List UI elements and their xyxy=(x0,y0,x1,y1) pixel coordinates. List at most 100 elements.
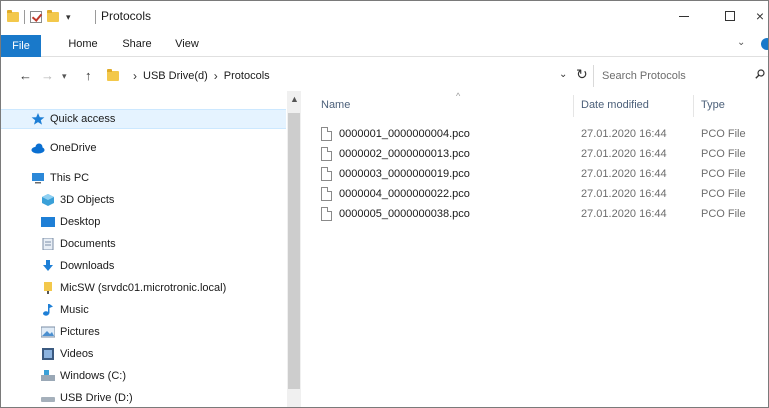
file-name: 0000004_0000000022.pco xyxy=(339,188,470,200)
search-icon[interactable] xyxy=(755,69,765,79)
cube-icon xyxy=(42,194,54,206)
nav-item-label: OneDrive xyxy=(50,142,97,154)
nav-item-micsw[interactable]: MicSW (srvdc01.microtronic.local) xyxy=(1,278,286,298)
close-button[interactable]: × xyxy=(745,1,768,31)
file-name: 0000005_0000000038.pco xyxy=(339,208,470,220)
nav-item-pictures[interactable]: Pictures xyxy=(1,322,286,342)
document-icon xyxy=(42,238,54,250)
nav-item-label: USB Drive (D:) xyxy=(60,392,133,404)
quick-access-toolbar: ▾ xyxy=(7,10,71,24)
column-divider[interactable] xyxy=(693,95,694,117)
tab-file[interactable]: File xyxy=(1,35,41,57)
up-button[interactable]: ↑ xyxy=(85,68,92,83)
pictures-icon xyxy=(41,326,55,338)
file-name: 0000001_0000000004.pco xyxy=(339,128,470,140)
properties-icon[interactable] xyxy=(30,11,42,23)
breadcrumb-separator: › xyxy=(213,69,218,83)
tab-share[interactable]: Share xyxy=(117,35,157,53)
file-row[interactable]: 0000004_0000000022.pco 27.01.2020 16:44 … xyxy=(319,184,759,204)
file-name: 0000002_0000000013.pco xyxy=(339,148,470,160)
nav-item-label: Documents xyxy=(60,238,116,250)
usb-drive-icon xyxy=(41,397,55,402)
file-list-pane: ^ Name Date modified Type 0000001_000000… xyxy=(301,91,768,407)
breadcrumb-usb-drive[interactable]: USB Drive(d) xyxy=(143,70,208,82)
toolbar-divider xyxy=(24,10,25,24)
address-row: ← → ▾ ↑ › USB Drive(d) › Protocols ⌄ ↻ S… xyxy=(1,61,768,91)
minimize-icon xyxy=(679,15,689,17)
file-date-modified: 27.01.2020 16:44 xyxy=(581,128,667,140)
nav-item-documents[interactable]: Documents xyxy=(1,234,286,254)
file-row[interactable]: 0000003_0000000019.pco 27.01.2020 16:44 … xyxy=(319,164,759,184)
folder-icon xyxy=(7,10,19,22)
nav-item-this-pc[interactable]: This PC xyxy=(1,168,286,188)
address-dropdown-icon[interactable]: ⌄ xyxy=(559,69,567,80)
back-button[interactable]: ← xyxy=(19,68,32,83)
chevron-down-icon[interactable]: ⌄ xyxy=(737,37,745,48)
nav-item-desktop[interactable]: Desktop xyxy=(1,212,286,232)
nav-item-label: This PC xyxy=(50,172,90,184)
file-icon xyxy=(321,167,332,181)
file-date-modified: 27.01.2020 16:44 xyxy=(581,148,667,160)
search-input[interactable]: Search Protocols xyxy=(593,65,768,87)
nav-item-label: Music xyxy=(60,304,89,316)
nav-item-label: Quick access xyxy=(50,113,116,125)
file-type: PCO File xyxy=(701,128,746,140)
nav-item-label: 3D Objects xyxy=(60,194,115,206)
nav-item-quick-access[interactable]: Quick access xyxy=(1,109,286,129)
nav-item-label: Desktop xyxy=(60,216,101,228)
nav-item-downloads[interactable]: Downloads xyxy=(1,256,286,276)
computer-icon xyxy=(32,173,44,184)
nav-item-music[interactable]: Music xyxy=(1,300,286,320)
nav-item-videos[interactable]: Videos xyxy=(1,344,286,364)
forward-button[interactable]: → xyxy=(41,68,54,83)
sort-ascending-icon: ^ xyxy=(456,91,461,101)
file-row[interactable]: 0000001_0000000004.pco 27.01.2020 16:44 … xyxy=(319,124,759,144)
star-icon xyxy=(31,113,45,125)
address-bar[interactable]: › USB Drive(d) › Protocols xyxy=(105,65,575,87)
music-icon xyxy=(43,304,53,316)
file-row[interactable]: 0000002_0000000013.pco 27.01.2020 16:44 … xyxy=(319,144,759,164)
file-type: PCO File xyxy=(701,208,746,220)
nav-item-label: MicSW (srvdc01.microtronic.local) xyxy=(60,282,227,294)
tab-view[interactable]: View xyxy=(167,35,207,53)
recent-locations-button[interactable]: ▾ xyxy=(62,71,67,82)
tab-home[interactable]: Home xyxy=(63,35,103,53)
breadcrumb-protocols[interactable]: Protocols xyxy=(224,70,270,82)
customize-toolbar-icon[interactable]: ▾ xyxy=(66,12,71,23)
network-folder-icon xyxy=(44,282,52,294)
title-bar: ▾ Protocols × xyxy=(1,1,768,31)
file-type: PCO File xyxy=(701,148,746,160)
nav-pane-scrollbar[interactable]: ▲ xyxy=(287,91,301,407)
file-date-modified: 27.01.2020 16:44 xyxy=(581,168,667,180)
file-type: PCO File xyxy=(701,168,746,180)
nav-item-windows-c[interactable]: Windows (C:) xyxy=(1,366,286,386)
file-date-modified: 27.01.2020 16:44 xyxy=(581,208,667,220)
cloud-icon xyxy=(31,143,45,154)
column-header-date-modified[interactable]: Date modified xyxy=(581,99,649,111)
refresh-icon[interactable]: ↻ xyxy=(576,66,588,83)
nav-item-3d-objects[interactable]: 3D Objects xyxy=(1,190,286,210)
nav-item-label: Downloads xyxy=(60,260,115,272)
breadcrumb-separator: › xyxy=(133,69,137,83)
file-icon xyxy=(321,147,332,161)
nav-item-label: Pictures xyxy=(60,326,100,338)
file-explorer-window: ▾ Protocols × File Home Share View ⌄ ← →… xyxy=(0,0,769,408)
column-header-name[interactable]: Name xyxy=(321,99,350,111)
download-icon xyxy=(43,260,53,271)
help-icon[interactable] xyxy=(761,38,768,50)
column-divider[interactable] xyxy=(573,95,574,117)
minimize-button[interactable] xyxy=(661,1,707,31)
column-header-type[interactable]: Type xyxy=(701,99,725,111)
scrollbar-thumb[interactable] xyxy=(288,113,300,389)
window-title: Protocols xyxy=(101,9,152,23)
file-row[interactable]: 0000005_0000000038.pco 27.01.2020 16:44 … xyxy=(319,204,759,224)
folder-icon xyxy=(107,69,119,81)
desktop-icon xyxy=(41,217,55,227)
nav-item-usb-drive[interactable]: USB Drive (D:) xyxy=(1,388,286,407)
nav-item-onedrive[interactable]: OneDrive xyxy=(1,138,286,158)
scroll-up-icon[interactable]: ▲ xyxy=(290,94,299,104)
file-type: PCO File xyxy=(701,188,746,200)
file-date-modified: 27.01.2020 16:44 xyxy=(581,188,667,200)
new-folder-icon[interactable] xyxy=(47,10,59,22)
file-name: 0000003_0000000019.pco xyxy=(339,168,470,180)
